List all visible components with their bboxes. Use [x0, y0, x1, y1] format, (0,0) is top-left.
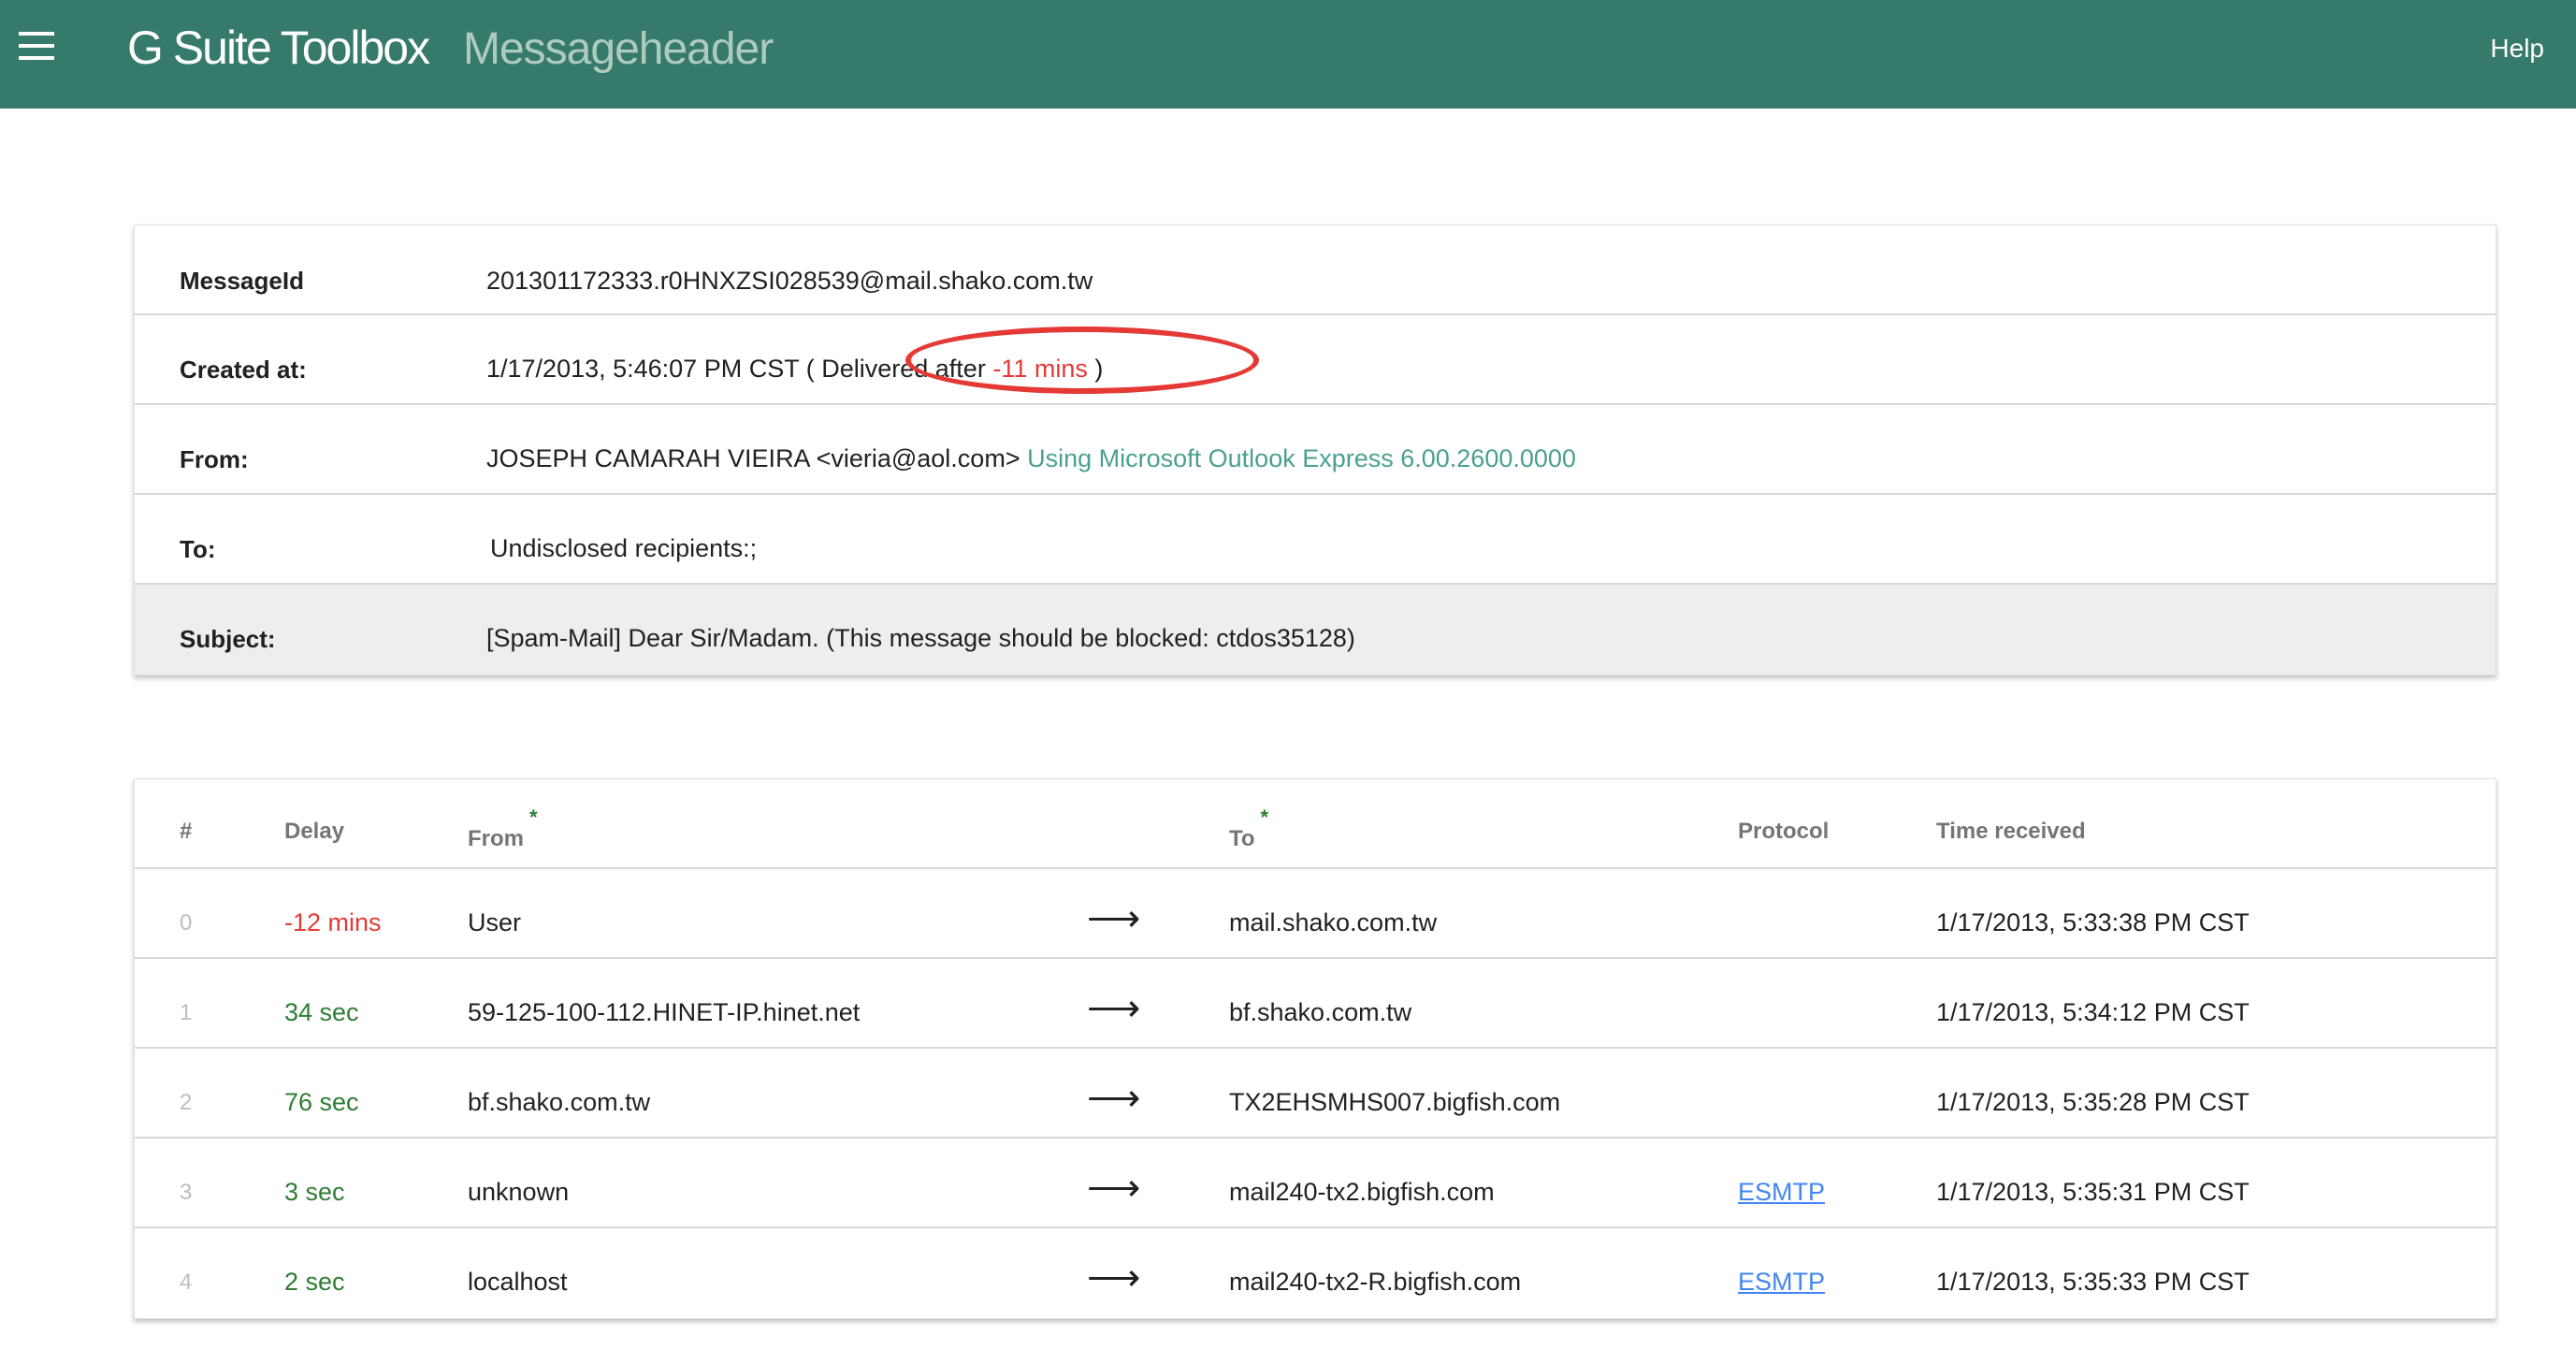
table-row: 0 -12 mins User ⟶ mail.shako.com.tw 1/17…: [135, 869, 2496, 959]
to-label: To:: [180, 535, 216, 564]
hop-number: 2: [180, 1090, 192, 1116]
hop-number: 4: [180, 1270, 192, 1296]
message-id-row: MessageId 201301172333.r0HNXZSI028539@ma…: [135, 225, 2496, 315]
created-at-label: Created at:: [180, 356, 307, 385]
subject-label: Subject:: [180, 625, 276, 654]
message-id-label: MessageId: [180, 267, 304, 296]
from-label: From:: [180, 445, 249, 474]
hop-delay: 3 sec: [284, 1178, 345, 1207]
created-at-row: Created at: 1/17/2013, 5:46:07 PM CST ( …: [135, 315, 2496, 405]
hop-time: 1/17/2013, 5:33:38 PM CST: [1936, 908, 2250, 937]
hop-to: mail240-tx2.bigfish.com: [1229, 1178, 1495, 1207]
col-number: #: [180, 819, 192, 845]
hop-to: mail240-tx2-R.bigfish.com: [1229, 1268, 1521, 1297]
subject-row: Subject: [Spam-Mail] Dear Sir/Madam. (Th…: [135, 585, 2496, 675]
hop-time: 1/17/2013, 5:35:33 PM CST: [1936, 1268, 2250, 1297]
hop-number: 3: [180, 1180, 192, 1206]
hops-table: # Delay From* To* Protocol Time received…: [134, 778, 2496, 1319]
hop-to: mail.shako.com.tw: [1229, 908, 1437, 937]
col-time-received: Time received: [1936, 819, 2086, 845]
red-annotation-circle: [905, 326, 1259, 394]
table-row: 2 76 sec bf.shako.com.tw ⟶ TX2EHSMHS007.…: [135, 1049, 2496, 1139]
help-link[interactable]: Help: [2490, 34, 2544, 64]
created-at-timestamp: 1/17/2013, 5:46:07 PM CST: [486, 355, 799, 383]
brand-title[interactable]: G Suite Toolbox: [127, 21, 428, 75]
arrow-right-icon: ⟶: [1087, 1256, 1140, 1299]
product-title: Messageheader: [463, 23, 773, 75]
hop-to: TX2EHSMHS007.bigfish.com: [1229, 1088, 1560, 1117]
hop-to: bf.shako.com.tw: [1229, 998, 1411, 1027]
hop-time: 1/17/2013, 5:35:31 PM CST: [1936, 1178, 2250, 1207]
to-asterisk: *: [1261, 805, 1269, 829]
hop-delay: 34 sec: [284, 998, 359, 1027]
arrow-right-icon: ⟶: [1087, 1077, 1140, 1120]
col-from: From*: [468, 819, 538, 852]
arrow-right-icon: ⟶: [1087, 987, 1140, 1030]
protocol-link[interactable]: ESMTP: [1738, 1178, 1825, 1207]
hop-number: 1: [180, 1000, 192, 1026]
to-row: To: Undisclosed recipients:;: [135, 495, 2496, 585]
table-header: # Delay From* To* Protocol Time received: [135, 779, 2496, 869]
hop-from: bf.shako.com.tw: [468, 1088, 650, 1117]
app-bar: G Suite Toolbox Messageheader Help: [0, 0, 2576, 109]
table-row: 4 2 sec localhost ⟶ mail240-tx2-R.bigfis…: [135, 1228, 2496, 1318]
subject-value: [Spam-Mail] Dear Sir/Madam. (This messag…: [486, 624, 1355, 653]
arrow-right-icon: ⟶: [1087, 897, 1140, 940]
mail-client: Using Microsoft Outlook Express 6.00.260…: [1027, 444, 1576, 472]
col-delay: Delay: [284, 819, 344, 845]
hop-time: 1/17/2013, 5:34:12 PM CST: [1936, 998, 2250, 1027]
from-asterisk: *: [529, 805, 538, 829]
from-value: JOSEPH CAMARAH VIEIRA <vieria@aol.com> U…: [486, 444, 1576, 473]
table-row: 1 34 sec 59-125-100-112.HINET-IP.hinet.n…: [135, 959, 2496, 1049]
hop-delay: 2 sec: [284, 1268, 345, 1297]
arrow-right-icon: ⟶: [1087, 1167, 1140, 1210]
hop-from: User: [468, 908, 521, 937]
from-address: JOSEPH CAMARAH VIEIRA <vieria@aol.com>: [486, 444, 1020, 472]
hop-delay: -12 mins: [284, 908, 382, 937]
message-summary-card: MessageId 201301172333.r0HNXZSI028539@ma…: [134, 225, 2496, 675]
table-row: 3 3 sec unknown ⟶ mail240-tx2.bigfish.co…: [135, 1139, 2496, 1228]
col-to: To*: [1229, 819, 1268, 852]
col-protocol: Protocol: [1738, 819, 1829, 845]
menu-icon[interactable]: [19, 32, 54, 60]
hop-from: 59-125-100-112.HINET-IP.hinet.net: [468, 998, 860, 1027]
protocol-link[interactable]: ESMTP: [1738, 1268, 1825, 1297]
from-row: From: JOSEPH CAMARAH VIEIRA <vieria@aol.…: [135, 405, 2496, 495]
hop-from: unknown: [468, 1178, 569, 1207]
to-value: Undisclosed recipients:;: [490, 534, 757, 563]
hop-number: 0: [180, 910, 192, 936]
hop-time: 1/17/2013, 5:35:28 PM CST: [1936, 1088, 2250, 1117]
message-id-value: 201301172333.r0HNXZSI028539@mail.shako.c…: [486, 267, 1093, 296]
hop-delay: 76 sec: [284, 1088, 359, 1117]
hop-from: localhost: [468, 1268, 568, 1297]
